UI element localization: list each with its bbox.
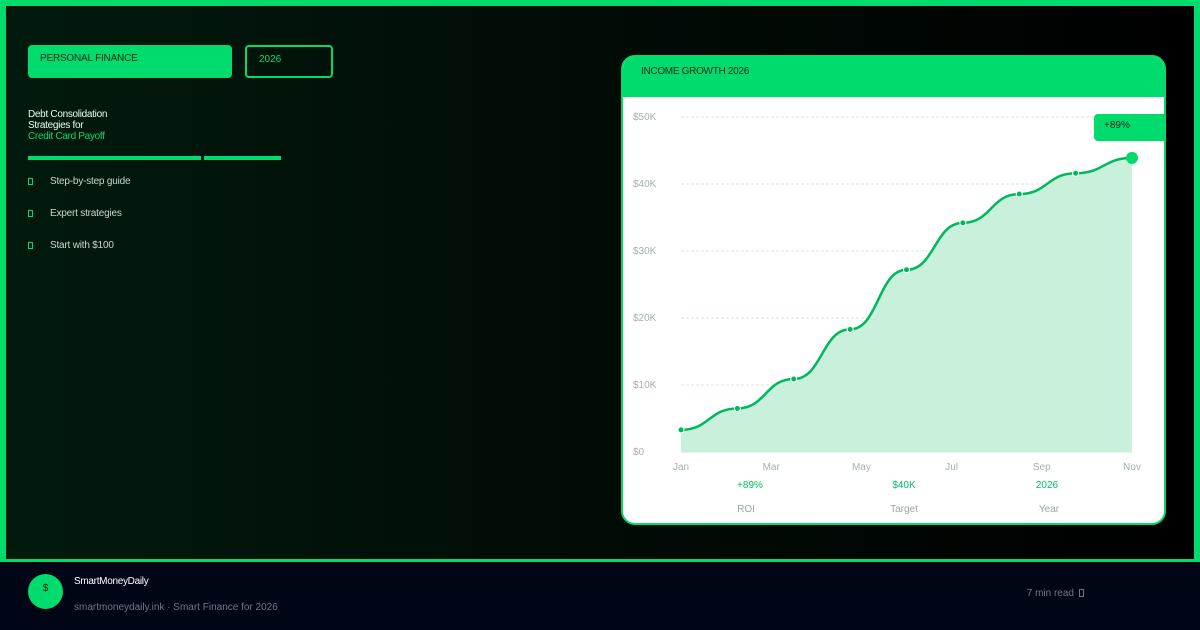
headline-line-2: Strategies for bbox=[28, 120, 84, 131]
brand-name[interactable]: SmartMoneyDaily bbox=[74, 576, 149, 587]
data-point bbox=[1072, 169, 1080, 177]
feature-label: Start with $100 bbox=[50, 240, 114, 251]
headline-line-1: Debt Consolidation bbox=[28, 109, 108, 120]
stat-roi-label: ROI bbox=[737, 504, 755, 515]
headline-line-3: Credit Card Payoff bbox=[28, 131, 105, 142]
y-tick-label: $20K bbox=[633, 313, 657, 324]
y-tick-label: $40K bbox=[633, 179, 657, 190]
footer: $ SmartMoneyDaily smartmoneydaily.ink · … bbox=[0, 562, 1200, 630]
accent-bar-short bbox=[204, 156, 281, 160]
feature-label: Step-by-step guide bbox=[50, 176, 131, 187]
read-time-label: 7 min read bbox=[1026, 588, 1074, 599]
accent-bar bbox=[28, 156, 201, 160]
x-tick-label: Jan bbox=[673, 462, 689, 473]
y-tick-label: $50K bbox=[633, 112, 657, 123]
x-tick-label: Mar bbox=[763, 462, 781, 473]
series-area bbox=[681, 157, 1132, 452]
headline: Debt Consolidation Strategies for Credit… bbox=[28, 109, 107, 142]
feature-label: Expert strategies bbox=[50, 208, 122, 219]
year-tag[interactable]: 2026 bbox=[245, 45, 333, 78]
data-point bbox=[959, 219, 967, 227]
bullet-icon bbox=[28, 242, 33, 249]
data-point bbox=[677, 426, 685, 434]
data-point bbox=[1015, 190, 1023, 198]
category-tag[interactable]: PERSONAL FINANCE bbox=[28, 45, 232, 78]
read-time: 7 min read bbox=[1027, 588, 1084, 599]
data-point bbox=[903, 266, 910, 274]
growth-badge-label: +89% bbox=[1104, 120, 1130, 131]
y-tick-label: $10K bbox=[633, 380, 657, 391]
y-tick-label: $0 bbox=[633, 447, 645, 458]
income-growth-chart: $0 $10K $20K $30K $40K $50K Jan Mar May Jul Sep Nov… bbox=[633, 112, 1164, 473]
data-point bbox=[733, 404, 741, 412]
clock-icon bbox=[1079, 589, 1084, 598]
x-tick-label: Sep bbox=[1033, 462, 1051, 473]
data-point bbox=[790, 375, 798, 383]
avatar[interactable]: $ bbox=[28, 574, 63, 609]
x-tick-label: May bbox=[852, 462, 871, 473]
stat-target-value: $40K bbox=[892, 480, 916, 491]
bullet-icon bbox=[28, 178, 33, 185]
x-tick-label: Nov bbox=[1123, 462, 1141, 473]
stat-roi-value: +89% bbox=[737, 480, 763, 491]
stat-target-label: Target bbox=[890, 504, 918, 515]
data-point bbox=[846, 325, 854, 333]
bullet-icon bbox=[28, 210, 33, 217]
end-point bbox=[1126, 151, 1138, 164]
x-tick-label: Jul bbox=[945, 462, 958, 473]
y-tick-label: $30K bbox=[633, 246, 657, 257]
income-chart-card: INCOME GROWTH 2026 $0 $10K $20K $30K $40K $50… bbox=[621, 55, 1166, 525]
site-tagline[interactable]: smartmoneydaily.ink · Smart Finance for … bbox=[74, 602, 278, 613]
stat-year-label: Year bbox=[1038, 504, 1060, 515]
stat-year-value: 2026 bbox=[1035, 480, 1059, 491]
